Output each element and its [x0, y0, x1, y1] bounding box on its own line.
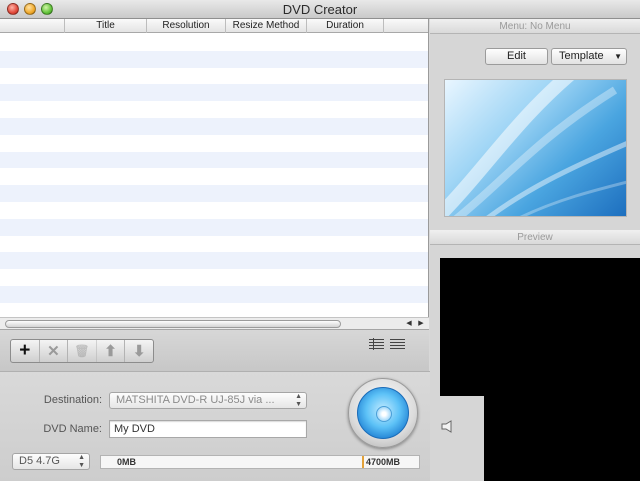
used-capacity-label: 0MB: [117, 457, 137, 467]
preview-controls-area: [430, 396, 484, 481]
title-bar: DVD Creator: [0, 0, 640, 19]
list-row[interactable]: [0, 285, 428, 303]
disc-type-value: D5 4.7G: [19, 455, 60, 467]
dvd-name-label: DVD Name:: [43, 423, 102, 435]
capacity-limit-marker: [362, 456, 364, 468]
list-row[interactable]: [0, 151, 428, 169]
move-down-button[interactable]: ⬇: [125, 340, 153, 362]
list-row[interactable]: [0, 201, 428, 219]
updown-arrow-icon: ▲ ▼: [295, 393, 302, 408]
list-row[interactable]: [0, 117, 428, 135]
col-header-blank[interactable]: [0, 19, 64, 33]
col-header-title[interactable]: Title: [64, 19, 146, 33]
disc-type-select[interactable]: D5 4.7G ▲ ▼: [12, 453, 90, 470]
burn-disc-icon: [357, 387, 409, 439]
col-header-resolution[interactable]: Resolution: [146, 19, 225, 33]
menu-panel-title: Menu: No Menu: [430, 19, 640, 34]
list-row[interactable]: [0, 168, 428, 186]
scroll-right-icon[interactable]: ▶: [415, 318, 427, 329]
updown-arrow-icon: ▲ ▼: [78, 454, 85, 469]
list-toolbar: + ✕ 🗑 ⬆ ⬇: [0, 329, 429, 371]
destination-label: Destination:: [43, 394, 102, 406]
delete-icon[interactable]: 🗑: [68, 340, 97, 362]
list-row[interactable]: [0, 269, 428, 286]
list-rows: [0, 34, 428, 320]
list-row[interactable]: [0, 67, 428, 85]
dvd-name-input[interactable]: [109, 420, 307, 438]
menu-template-thumbnail[interactable]: [444, 79, 627, 217]
col-header-resize-method[interactable]: Resize Method: [225, 19, 306, 33]
remove-video-button[interactable]: ✕: [40, 340, 69, 362]
list-view-icon[interactable]: [369, 338, 384, 351]
col-header-duration[interactable]: Duration: [306, 19, 383, 33]
list-row[interactable]: [0, 185, 428, 202]
volume-icon[interactable]: [441, 420, 457, 433]
scrollbar-thumb[interactable]: [5, 320, 341, 328]
list-row[interactable]: [0, 101, 428, 118]
col-header-spacer: [383, 19, 428, 33]
list-row[interactable]: [0, 84, 428, 102]
window-title: DVD Creator: [282, 2, 358, 17]
menu-background-art: [445, 80, 626, 216]
list-header: Title Resolution Resize Method Duration: [0, 19, 428, 33]
list-row[interactable]: [0, 50, 428, 68]
list-row[interactable]: [0, 134, 428, 152]
move-up-button[interactable]: ⬆: [97, 340, 126, 362]
dvd-creator-window: DVD Creator Title Resolution Resize Meth…: [0, 0, 640, 481]
scroll-left-icon[interactable]: ◀: [403, 318, 415, 329]
preview-panel-title: Preview: [430, 230, 640, 245]
disc-center-icon: [376, 406, 392, 422]
template-dropdown[interactable]: Template ▼: [551, 48, 627, 65]
destination-select[interactable]: MATSHITA DVD-R UJ-85J via ... ▲ ▼: [109, 392, 307, 409]
total-capacity-label: 4700MB: [366, 457, 401, 467]
edit-menu-button[interactable]: Edit: [485, 48, 548, 65]
add-video-button[interactable]: +: [11, 340, 40, 362]
list-row[interactable]: [0, 235, 428, 253]
list-action-buttons: + ✕ 🗑 ⬆ ⬇: [10, 339, 154, 363]
destination-value: MATSHITA DVD-R UJ-85J via ...: [116, 394, 275, 406]
disc-capacity-bar: 0MB 4700MB: [100, 455, 420, 469]
dropdown-arrow-icon: ▼: [614, 52, 622, 61]
list-row[interactable]: [0, 252, 428, 270]
burn-button[interactable]: [348, 378, 418, 448]
detail-view-icon[interactable]: [390, 338, 405, 351]
video-list[interactable]: Title Resolution Resize Method Duration: [0, 19, 429, 329]
list-row[interactable]: [0, 34, 428, 51]
horizontal-scrollbar[interactable]: ◀ ▶: [0, 317, 429, 329]
list-row[interactable]: [0, 218, 428, 236]
template-label: Template: [559, 50, 604, 62]
